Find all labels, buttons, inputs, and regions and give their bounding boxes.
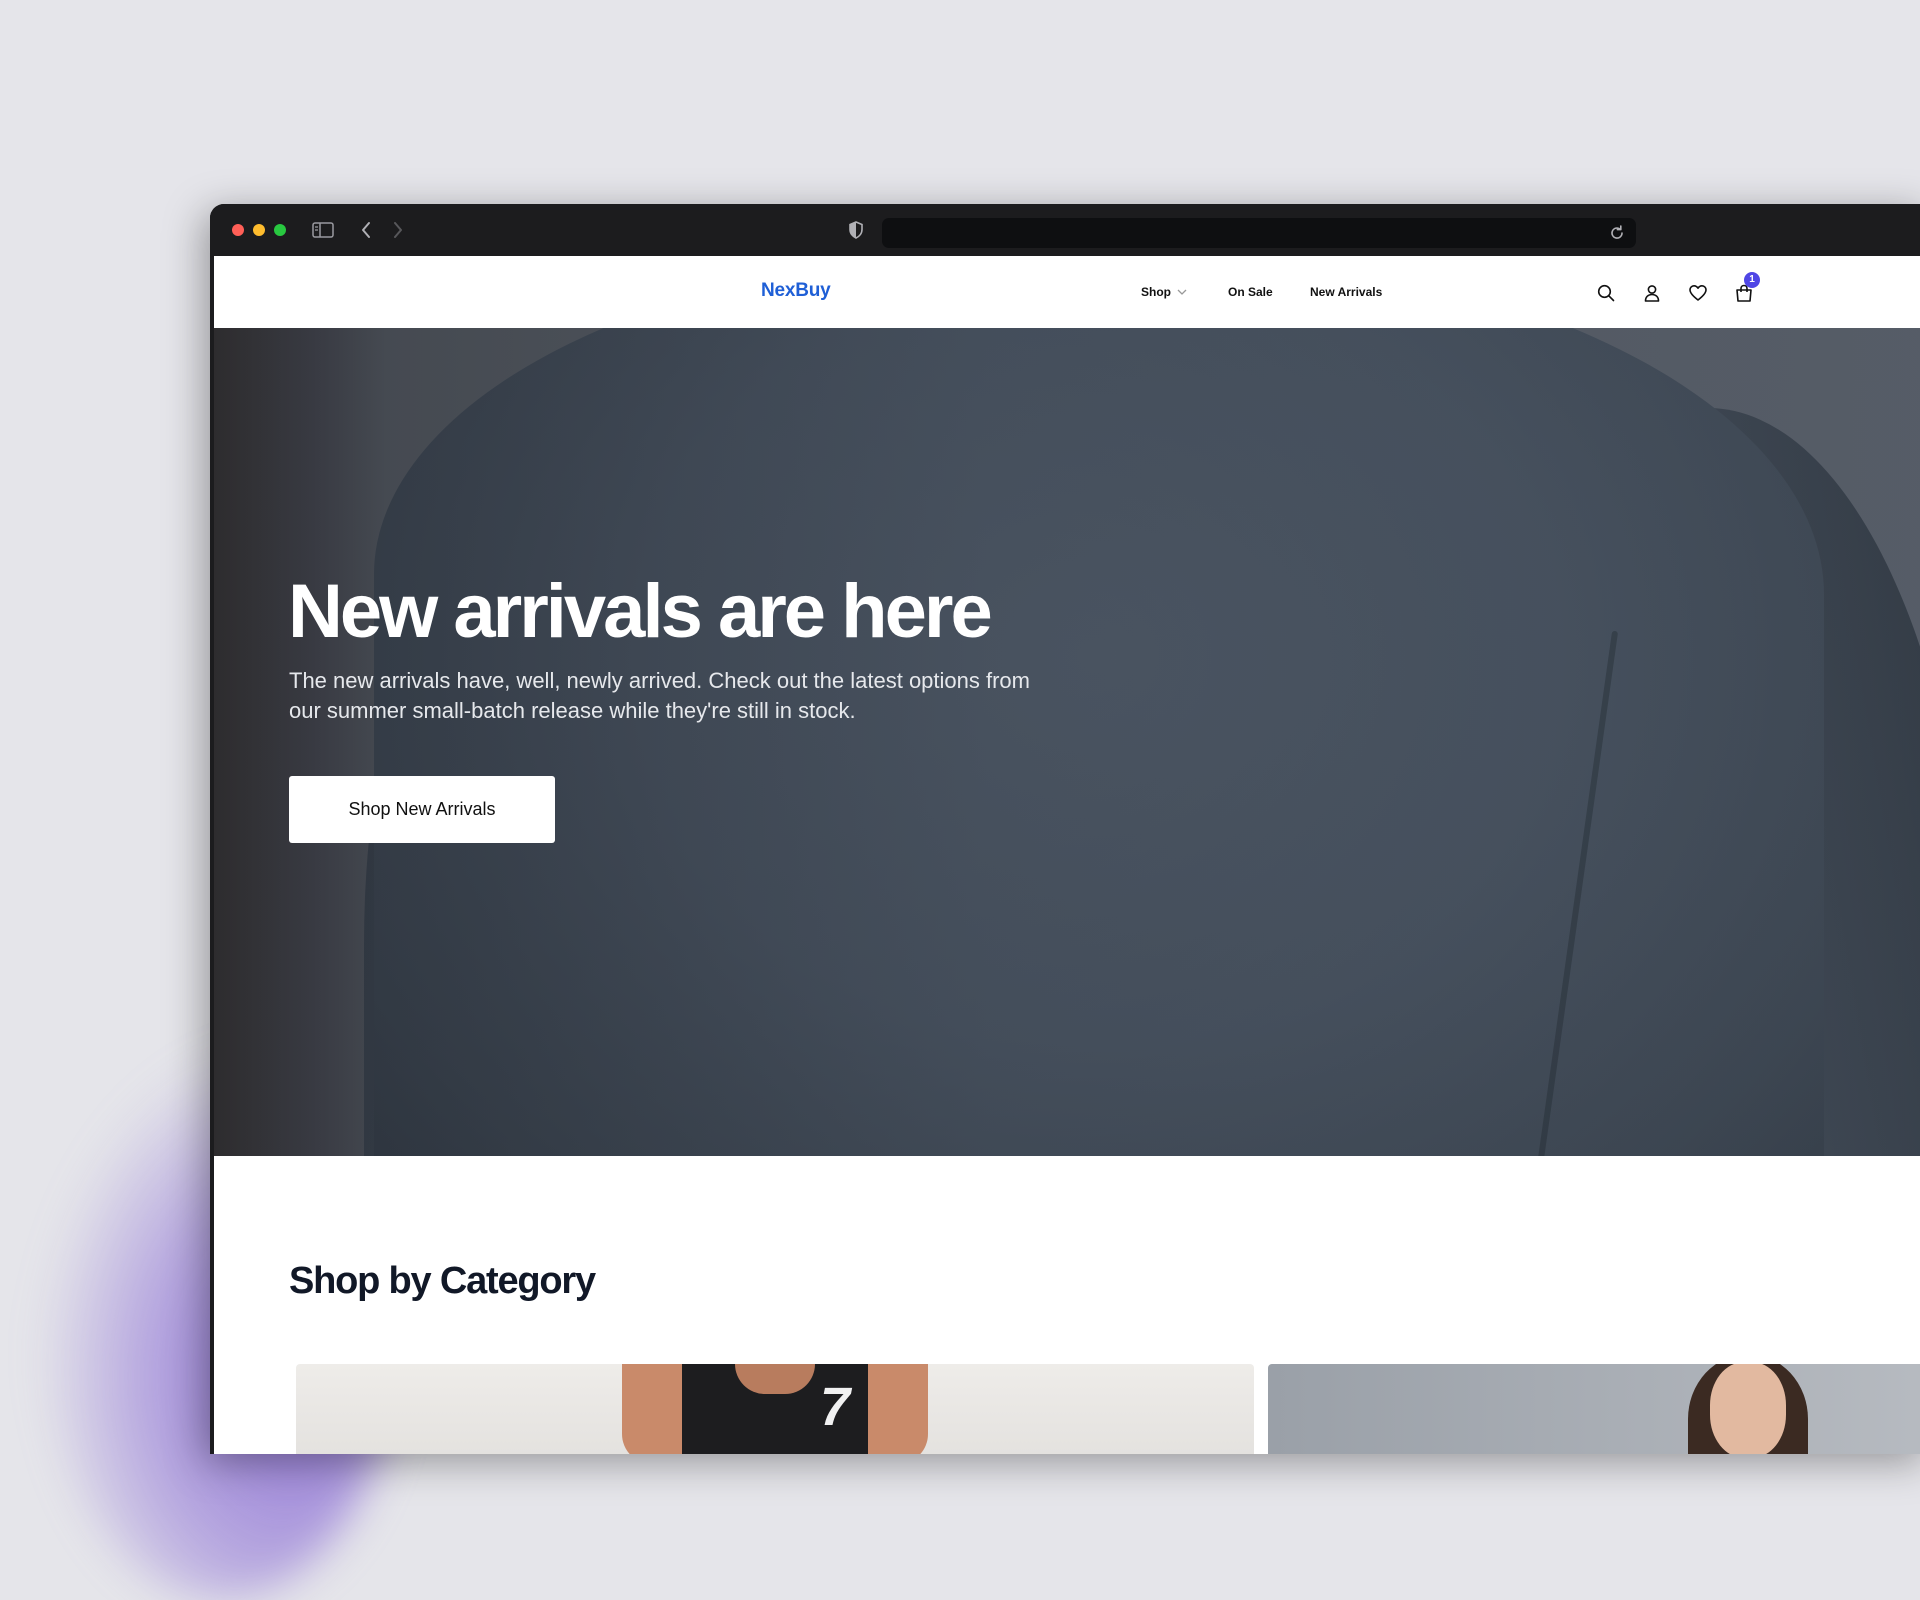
player-neck [735, 1364, 815, 1394]
heart-icon[interactable] [1687, 282, 1709, 304]
search-icon[interactable] [1595, 282, 1617, 304]
site-logo[interactable]: NexBuy [761, 280, 831, 302]
hero-subtitle: The new arrivals have, well, newly arriv… [289, 668, 1030, 723]
site-header: NexBuy Shop On Sale New Arrivals 1 [214, 256, 1920, 329]
browser-titlebar [210, 204, 1920, 256]
hero-banner: New arrivals are here The new arrivals h… [214, 328, 1920, 1156]
woman-portrait-photo [1688, 1364, 1808, 1454]
section-title-categories: Shop by Category [289, 1260, 596, 1302]
back-arrow-icon[interactable] [356, 218, 376, 242]
jersey-number: 7 [820, 1377, 851, 1437]
portrait-face [1710, 1364, 1786, 1454]
category-card-basketball[interactable]: 7 [296, 1364, 1254, 1454]
maximize-window-button[interactable] [274, 224, 286, 236]
minimize-window-button[interactable] [253, 224, 265, 236]
forward-arrow-icon[interactable] [388, 218, 408, 242]
cart-count-badge: 1 [1744, 272, 1760, 288]
address-bar[interactable] [882, 218, 1636, 248]
browser-window: NexBuy Shop On Sale New Arrivals 1 New a… [210, 204, 1920, 1454]
nav-link-new-arrivals[interactable]: New Arrivals [1310, 285, 1382, 299]
nav-link-on-sale[interactable]: On Sale [1228, 285, 1273, 299]
nav-link-shop[interactable]: Shop [1141, 285, 1187, 299]
reload-icon[interactable] [1608, 224, 1626, 242]
category-card-women[interactable] [1268, 1364, 1920, 1454]
hero-overlay [214, 328, 1920, 1156]
hero-title: New arrivals are here [288, 569, 993, 654]
nav-link-shop-label: Shop [1141, 285, 1171, 299]
basketball-player-photo: 7 [622, 1364, 928, 1454]
player-arm-left [622, 1364, 682, 1454]
web-page: NexBuy Shop On Sale New Arrivals 1 New a… [214, 256, 1920, 1454]
user-icon[interactable] [1641, 282, 1663, 304]
shop-new-arrivals-button[interactable]: Shop New Arrivals [289, 776, 555, 843]
sidebar-toggle-icon[interactable] [310, 218, 336, 242]
close-window-button[interactable] [232, 224, 244, 236]
shield-icon[interactable] [846, 218, 866, 242]
player-arm-right [868, 1364, 928, 1454]
chevron-down-icon [1177, 289, 1187, 295]
